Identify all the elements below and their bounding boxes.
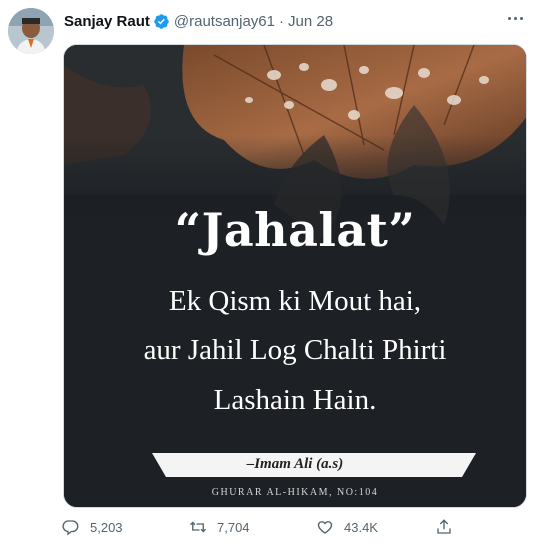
reply-count: 5,203 <box>90 519 123 535</box>
quote-title: “Jahalat” <box>174 203 416 257</box>
author-name[interactable]: Sanjay Raut <box>64 13 150 30</box>
tweet-actions: 5,203 7,704 43.4K <box>62 515 482 539</box>
verified-badge-icon <box>154 13 169 29</box>
retweet-button[interactable]: 7,704 <box>189 515 250 539</box>
author-handle[interactable]: @rautsanjay61 <box>174 13 275 30</box>
retweet-count: 7,704 <box>217 519 250 535</box>
more-options-icon[interactable] <box>501 8 529 28</box>
avatar[interactable] <box>8 8 54 54</box>
separator-dot: · <box>279 12 284 30</box>
share-icon <box>437 519 451 534</box>
heart-icon <box>317 521 333 534</box>
quote-line-1: Ek Qism ki Mout hai, <box>168 285 422 317</box>
tweet-header: Sanjay Raut @rautsanjay61 · Jun 28 <box>64 10 533 32</box>
quote-attribution: –Imam Ali (a.s) <box>246 456 344 472</box>
quote-line-2: aur Jahil Log Chalti Phirti <box>143 334 447 366</box>
reply-button[interactable]: 5,203 <box>62 515 123 539</box>
like-count: 43.4K <box>344 519 378 535</box>
reply-icon <box>62 520 79 536</box>
share-button[interactable] <box>435 515 463 539</box>
tweet-image[interactable]: “Jahalat” Ek Qism ki Mout hai, aur Jahil… <box>63 44 527 508</box>
tweet-date[interactable]: Jun 28 <box>288 13 333 30</box>
avatar-photo <box>8 8 54 54</box>
retweet-icon <box>190 521 206 533</box>
quote-line-3: Lashain Hain. <box>213 384 377 416</box>
quote-source: GHURAR AL-HIKAM, NO:104 <box>211 487 379 498</box>
like-button[interactable]: 43.4K <box>316 515 378 539</box>
leaf-background-image <box>64 45 526 507</box>
